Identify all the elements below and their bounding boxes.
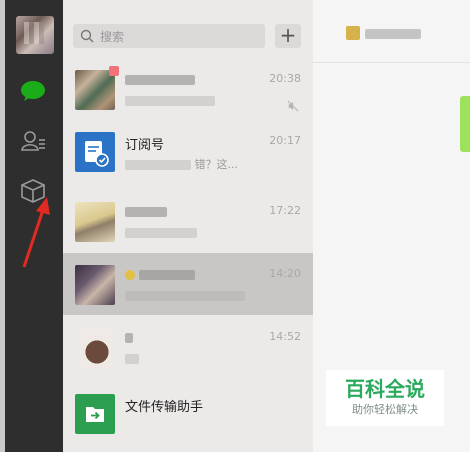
conversation-list: 搜索 + 20:38 订阅号 错？这... 20:17 17:22 14:20 … (63, 0, 313, 452)
chat-title (365, 26, 421, 42)
conversation-time: 14:20 (269, 267, 301, 280)
conversation-name (125, 267, 196, 282)
conversation-preview-text: 错？这... (194, 158, 239, 171)
conversation-name (125, 72, 195, 87)
conversation-item[interactable]: 17:22 (63, 190, 313, 252)
chat-icon[interactable] (20, 80, 46, 102)
window-edge (0, 0, 5, 452)
mute-icon (287, 100, 299, 112)
nav-rail (0, 0, 63, 452)
search-box[interactable]: 搜索 (73, 24, 265, 48)
group-avatar (75, 70, 115, 110)
watermark-title: 百科全说 (345, 377, 425, 401)
unread-badge (109, 66, 119, 76)
watermark-subtitle: 助你轻松解决 (352, 403, 418, 416)
conversation-name: 文件传输助手 (125, 400, 204, 415)
conversation-name: 订阅号 (125, 138, 165, 153)
contact-avatar (75, 328, 115, 368)
add-button[interactable]: + (275, 24, 301, 48)
search-icon (80, 29, 94, 43)
conversation-preview (125, 94, 215, 107)
conversation-preview (125, 289, 245, 302)
red-arrow-annotation (22, 197, 50, 268)
contacts-icon[interactable] (20, 128, 46, 154)
conversation-preview: 错？这... (125, 156, 238, 172)
conversation-item-active[interactable]: 14:20 (63, 253, 313, 315)
conversation-name (125, 204, 167, 219)
self-avatar[interactable] (16, 16, 54, 54)
conversation-item[interactable]: 文件传输助手 (63, 382, 313, 444)
conversation-time: 20:17 (269, 134, 301, 147)
contact-avatar (75, 265, 115, 305)
subscription-icon (75, 132, 115, 172)
conversation-item[interactable]: 20:38 (63, 58, 313, 120)
conversation-time: 14:52 (269, 330, 301, 343)
conversation-name (125, 330, 133, 345)
conversation-preview (125, 352, 139, 365)
conversation-preview (125, 226, 197, 239)
contact-avatar (75, 202, 115, 242)
conversation-item[interactable]: 14:52 (63, 316, 313, 378)
conversation-time: 17:22 (269, 204, 301, 217)
header-divider (313, 62, 470, 63)
search-placeholder: 搜索 (100, 30, 125, 44)
conversation-item[interactable]: 订阅号 错？这... 20:17 (63, 120, 313, 182)
watermark: 百科全说 助你轻松解决 (326, 370, 444, 426)
folder-icon (346, 26, 360, 40)
file-transfer-icon (75, 394, 115, 434)
conversation-time: 20:38 (269, 72, 301, 85)
message-bubble (460, 96, 470, 152)
